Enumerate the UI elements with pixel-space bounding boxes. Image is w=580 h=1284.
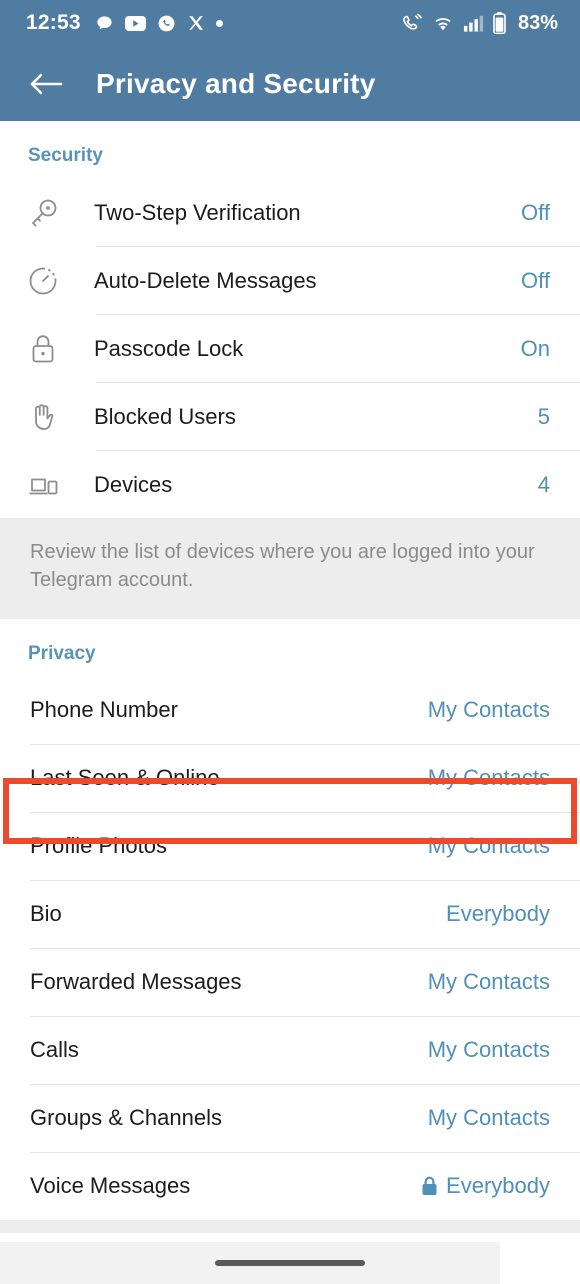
status-bar-system-icons: 83% — [401, 12, 558, 35]
row-bio[interactable]: Bio Everybody — [0, 880, 580, 948]
status-bar-notification-icons — [95, 14, 223, 33]
status-bar-time: 12:53 — [26, 11, 81, 34]
premium-lock-icon — [421, 1176, 438, 1196]
section-header-privacy: Privacy — [28, 642, 96, 664]
row-label: Devices — [94, 471, 173, 497]
key-icon — [26, 196, 72, 230]
row-devices[interactable]: Devices 4 — [0, 451, 580, 518]
section-header-security: Security — [28, 145, 103, 166]
arrow-left-icon — [29, 69, 63, 99]
row-value: My Contacts — [427, 1105, 550, 1131]
hand-stop-icon — [26, 400, 72, 434]
row-forwarded-messages[interactable]: Forwarded Messages My Contacts — [0, 948, 580, 1016]
row-label: Voice Messages — [30, 1173, 191, 1199]
message-bubble-icon — [95, 14, 114, 33]
row-label: Blocked Users — [94, 403, 236, 429]
devices-info-text: Review the list of devices where you are… — [30, 541, 535, 592]
row-two-step-verification[interactable]: Two-Step Verification Off — [0, 179, 580, 246]
row-label: Forwarded Messages — [30, 969, 242, 995]
page-title: Privacy and Security — [96, 67, 376, 99]
call-forward-icon — [401, 13, 423, 33]
row-value: 5 — [537, 403, 550, 429]
row-groups-and-channels[interactable]: Groups & Channels My Contacts — [0, 1084, 580, 1152]
whatsapp-phone-icon — [157, 14, 176, 33]
settings-content: Security Two-Step Verification Off Auto-… — [0, 121, 580, 1284]
row-value: My Contacts — [427, 833, 550, 859]
battery-icon — [493, 12, 506, 34]
row-value: Off — [521, 199, 550, 225]
row-blocked-users[interactable]: Blocked Users 5 — [0, 383, 580, 450]
timer-icon — [26, 264, 72, 298]
row-value: My Contacts — [427, 1037, 550, 1063]
row-label: Bio — [30, 901, 62, 927]
row-value: On — [520, 335, 550, 361]
row-value-group: Everybody — [421, 1173, 550, 1199]
row-label: Phone Number — [30, 697, 178, 723]
section-gap — [0, 1219, 580, 1233]
row-label: Last Seen & Online — [30, 765, 220, 791]
x-twitter-icon — [187, 14, 205, 32]
row-profile-photos[interactable]: Profile Photos My Contacts — [0, 812, 580, 880]
row-value: Off — [521, 267, 550, 293]
row-label: Groups & Channels — [30, 1105, 222, 1131]
home-gesture-pill[interactable] — [215, 1260, 365, 1266]
phone-screen: 12:53 83% Privacy and Security Security … — [0, 0, 580, 1284]
devices-icon — [26, 468, 72, 502]
row-phone-number[interactable]: Phone Number My Contacts — [0, 676, 580, 744]
app-bar: Privacy and Security — [0, 46, 580, 121]
cellular-signal-icon — [463, 14, 484, 32]
row-voice-messages[interactable]: Voice Messages Everybody — [0, 1152, 580, 1220]
row-value: My Contacts — [427, 697, 550, 723]
row-label: Passcode Lock — [94, 335, 244, 361]
row-last-seen-online[interactable]: Last Seen & Online My Contacts — [0, 744, 580, 812]
row-value: 4 — [537, 471, 550, 497]
lock-icon — [26, 332, 72, 366]
back-button[interactable] — [26, 64, 66, 104]
row-label: Profile Photos — [30, 833, 167, 859]
nav-bar-filler — [500, 1242, 580, 1284]
row-label: Auto-Delete Messages — [94, 267, 317, 293]
devices-info-block: Review the list of devices where you are… — [0, 518, 580, 619]
youtube-icon — [124, 15, 146, 31]
wifi-icon — [432, 14, 454, 33]
dot-icon — [215, 19, 223, 27]
row-value: Everybody — [446, 901, 550, 927]
row-label: Two-Step Verification — [94, 199, 301, 225]
row-value: My Contacts — [427, 765, 550, 791]
status-bar: 12:53 83% — [0, 0, 580, 46]
row-passcode-lock[interactable]: Passcode Lock On — [0, 315, 580, 382]
row-auto-delete-messages[interactable]: Auto-Delete Messages Off — [0, 247, 580, 314]
system-navigation-bar — [0, 1242, 580, 1284]
battery-percent-label: 83% — [517, 11, 558, 34]
row-value: Everybody — [446, 1173, 550, 1199]
row-label: Calls — [30, 1037, 79, 1063]
row-calls[interactable]: Calls My Contacts — [0, 1016, 580, 1084]
row-value: My Contacts — [427, 969, 550, 995]
